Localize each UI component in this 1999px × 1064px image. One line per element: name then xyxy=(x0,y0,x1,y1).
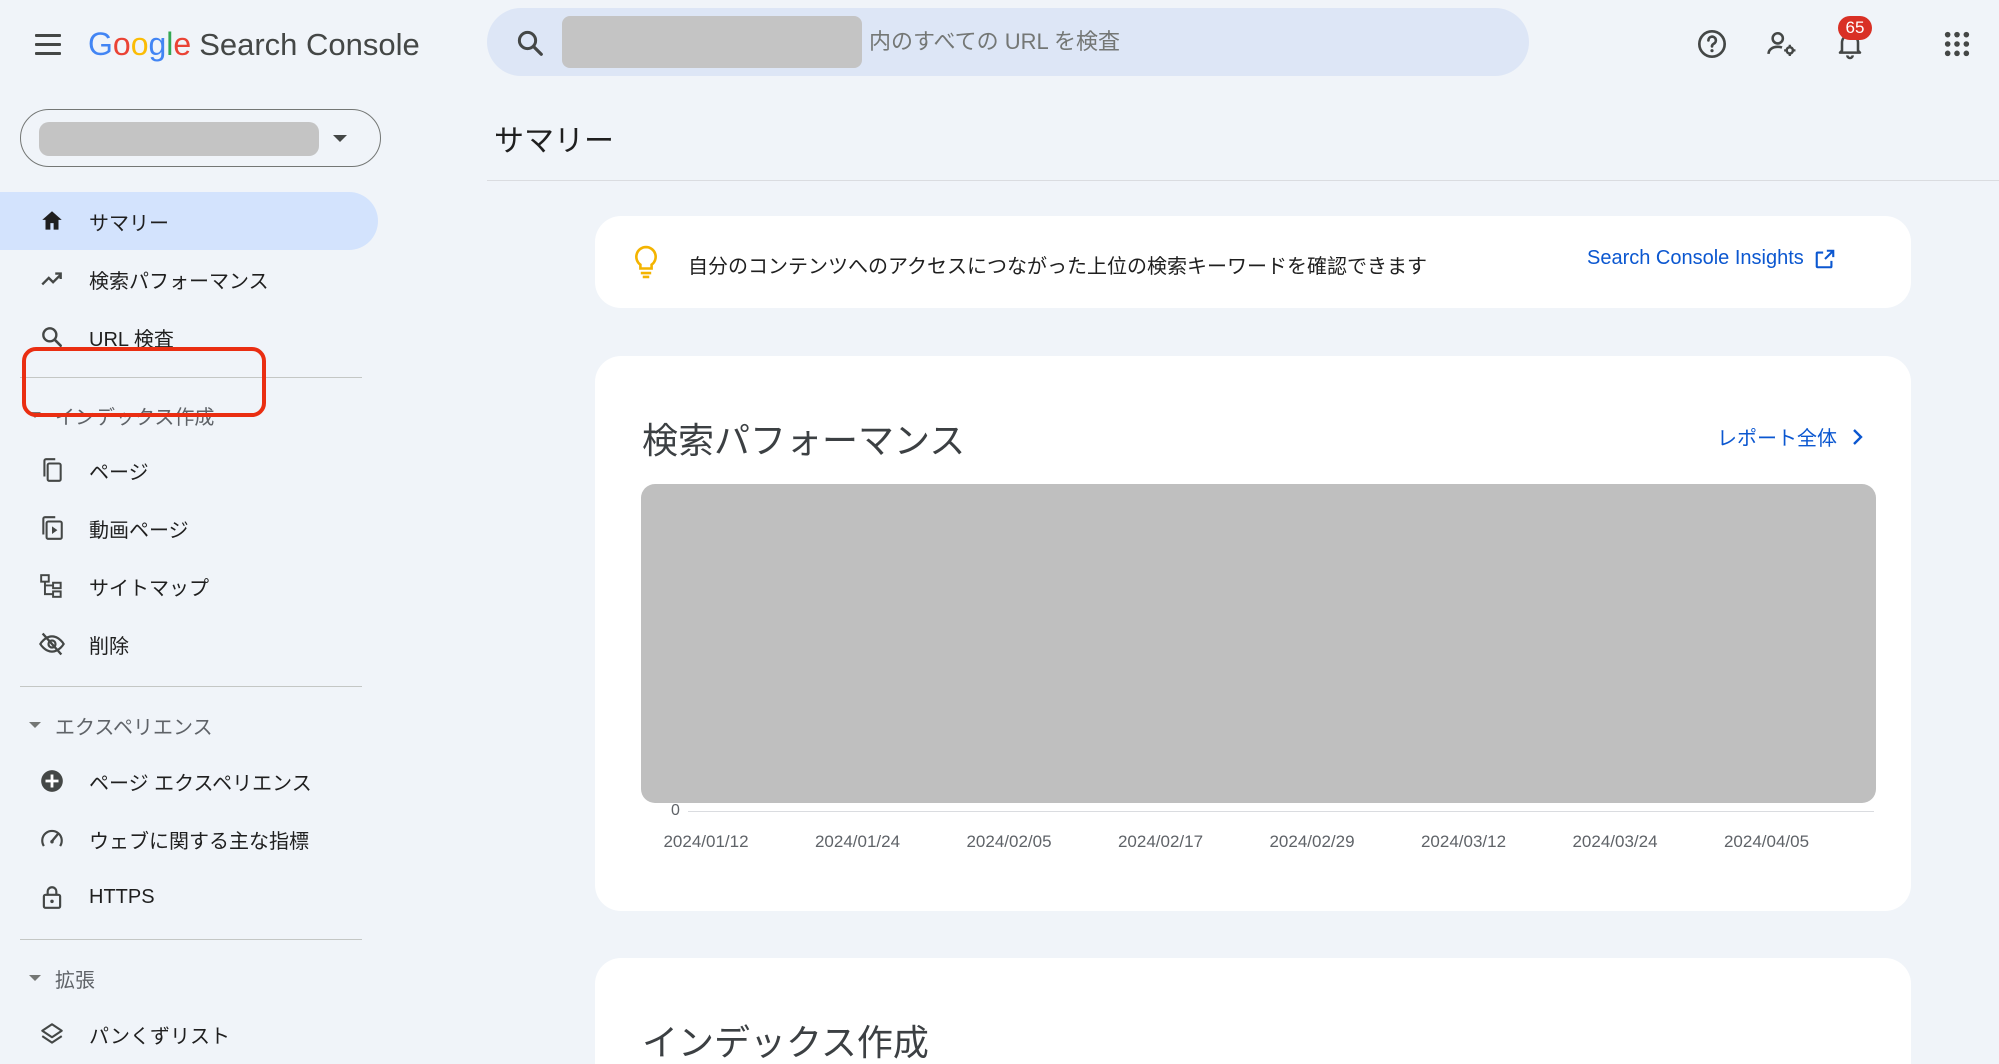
chevron-down-icon xyxy=(333,135,347,142)
sidebar-divider xyxy=(20,939,362,940)
sidebar-item-page-experience[interactable]: ページ エクスペリエンス xyxy=(0,752,378,810)
sidebar-item-video-pages[interactable]: 動画ページ xyxy=(0,499,378,557)
sidebar-item-pages[interactable]: ページ xyxy=(0,441,378,499)
property-selector[interactable] xyxy=(20,109,381,167)
sitemap-icon xyxy=(38,572,66,600)
x-axis-tick-label: 2024/02/17 xyxy=(1117,832,1204,851)
x-axis-tick-label: 2024/03/24 xyxy=(1572,832,1658,851)
indexing-card: インデックス作成 xyxy=(595,958,1911,1064)
chart-redacted-area xyxy=(641,484,1876,803)
layers-icon xyxy=(38,1020,66,1048)
page-title: サマリー xyxy=(494,125,614,158)
removals-icon xyxy=(38,630,66,658)
lightbulb-icon xyxy=(635,245,657,279)
sidebar-item-search-performance[interactable]: 検索パフォーマンス xyxy=(0,250,378,308)
insights-banner: 自分のコンテンツへのアクセスにつながった上位の検索キーワードを確認できます Se… xyxy=(595,216,1911,308)
url-inspection-search[interactable] xyxy=(487,8,1529,76)
chevron-right-icon xyxy=(1853,428,1863,445)
insights-description: 自分のコンテンツへのアクセスにつながった上位の検索キーワードを確認できます xyxy=(688,256,1427,278)
trending-icon xyxy=(38,265,66,293)
section-indexing[interactable]: インデックス作成 xyxy=(0,395,378,435)
sidebar-item-https[interactable]: HTTPS xyxy=(0,868,378,926)
header-divider xyxy=(487,180,1999,181)
menu-icon[interactable] xyxy=(28,24,68,64)
sidebar-divider xyxy=(20,686,362,687)
x-axis-line xyxy=(688,811,1874,812)
sidebar-item-breadcrumbs[interactable]: パンくずリスト xyxy=(0,1005,378,1063)
sidebar-item-core-web-vitals[interactable]: ウェブに関する主な指標 xyxy=(0,810,378,868)
chevron-down-icon xyxy=(29,722,41,728)
performance-card: 検索パフォーマンス レポート全体 0 2024/01/12 2024/01/24 2… xyxy=(595,356,1911,911)
app-logo[interactable]: Google Search Console xyxy=(88,24,420,64)
pages-icon xyxy=(38,456,66,484)
x-axis-tick-label: 2024/01/12 xyxy=(663,832,749,851)
search-icon[interactable] xyxy=(515,28,545,58)
full-report-link[interactable]: レポート全体 xyxy=(1717,422,1865,451)
open-in-new-icon xyxy=(1815,249,1835,268)
page-experience-icon xyxy=(38,767,66,795)
help-icon[interactable] xyxy=(1690,22,1734,66)
sidebar-item-summary[interactable]: サマリー xyxy=(0,192,378,250)
sidebar-divider xyxy=(20,377,362,378)
video-pages-icon xyxy=(38,514,66,542)
x-axis-tick-label: 2024/02/29 xyxy=(1269,832,1355,851)
chevron-down-icon xyxy=(29,412,41,418)
x-axis-tick-label: 2024/02/05 xyxy=(966,832,1052,851)
search-icon xyxy=(38,323,66,351)
home-icon xyxy=(38,207,66,235)
section-experience[interactable]: エクスペリエンス xyxy=(0,705,378,745)
chevron-down-icon xyxy=(29,975,41,981)
performance-card-title: 検索パフォーマンス xyxy=(642,420,966,461)
apps-icon[interactable] xyxy=(1935,22,1979,66)
lock-icon xyxy=(38,883,66,911)
x-axis-tick-label: 2024/03/12 xyxy=(1420,832,1507,851)
sidebar-item-removals[interactable]: 削除 xyxy=(0,615,378,673)
search-input[interactable] xyxy=(869,24,1489,60)
redacted-property-name xyxy=(39,122,319,156)
x-axis-tick-label: 2024/01/24 xyxy=(814,832,901,851)
x-axis-tick-label: 2024/04/05 xyxy=(1723,832,1810,851)
section-enhancements[interactable]: 拡張 xyxy=(0,958,378,998)
indexing-card-title: インデックス作成 xyxy=(642,1022,929,1063)
top-app-bar: GoogleSearch Console 65 xyxy=(0,0,1999,88)
redacted-property-name xyxy=(562,16,862,68)
speed-icon xyxy=(38,825,66,853)
manage-users-icon[interactable] xyxy=(1760,22,1804,66)
y-axis-tick: 0 xyxy=(671,802,680,819)
notification-count-badge: 65 xyxy=(1838,16,1872,40)
sidebar: サマリー 検索パフォーマンス URL 検査 インデックス作成 ページ 動画ページ… xyxy=(0,88,390,1064)
sidebar-item-sitemaps[interactable]: サイトマップ xyxy=(0,557,378,615)
sidebar-item-url-inspection[interactable]: URL 検査 xyxy=(0,308,378,366)
product-name: Search Console xyxy=(199,27,420,62)
search-console-insights-link[interactable]: Search Console Insights xyxy=(1587,247,1836,270)
